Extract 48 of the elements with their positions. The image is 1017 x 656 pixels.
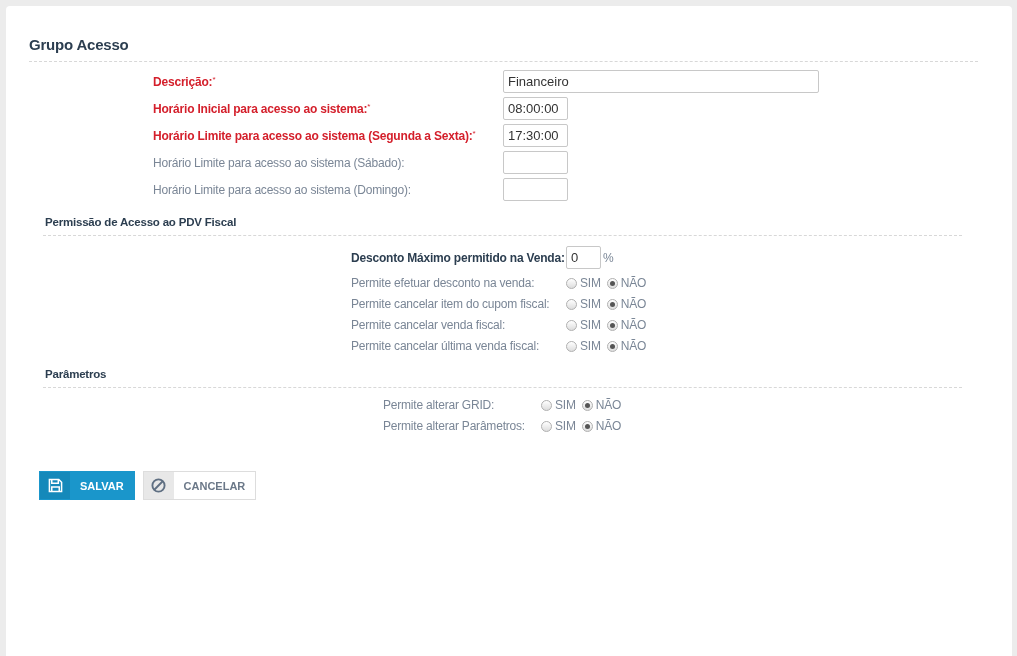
radio-button[interactable] bbox=[566, 277, 577, 289]
radio-label: SIM bbox=[580, 297, 601, 311]
field-label: Permite alterar Parâmetros: bbox=[383, 419, 526, 433]
radio-label: SIM bbox=[580, 276, 601, 290]
field-label: Permite cancelar item do cupom fiscal: bbox=[351, 297, 551, 311]
radio-button[interactable] bbox=[581, 420, 593, 432]
radio-label: NÃO bbox=[595, 398, 622, 412]
radio-button[interactable] bbox=[606, 340, 618, 352]
field-label: Horário Limite para acesso ao sistema (Segunda a Sexta):* bbox=[153, 128, 477, 143]
radio-label: NÃO bbox=[620, 339, 647, 353]
radio-button[interactable] bbox=[541, 399, 552, 411]
field-label: Horário Limite para acesso ao sistema (Domingo): bbox=[153, 182, 412, 197]
section-title: Parâmetros bbox=[45, 368, 108, 382]
radio-label: SIM bbox=[555, 398, 576, 412]
radio-label: NÃO bbox=[620, 297, 647, 311]
radio-button[interactable] bbox=[566, 298, 577, 310]
cancel-button[interactable]: CANCELAR bbox=[142, 471, 257, 500]
radio-button[interactable] bbox=[581, 399, 593, 411]
field-label: Permite cancelar última venda fiscal: bbox=[351, 339, 541, 353]
radio-button[interactable] bbox=[606, 298, 618, 310]
radio-label: NÃO bbox=[595, 419, 622, 433]
page-title: Grupo Acesso bbox=[29, 36, 130, 55]
radio-label: SIM bbox=[580, 318, 601, 332]
radio-label: SIM bbox=[555, 419, 576, 433]
field-label: Permite cancelar venda fiscal: bbox=[351, 318, 507, 332]
input-field[interactable]: 17:30:00 bbox=[503, 124, 568, 147]
percent-unit: % bbox=[603, 250, 614, 265]
input-field[interactable] bbox=[503, 151, 568, 174]
field-label: Descrição:* bbox=[153, 74, 217, 89]
radio-button[interactable] bbox=[541, 420, 552, 432]
input-field[interactable] bbox=[503, 178, 568, 201]
radio-label: SIM bbox=[580, 339, 601, 353]
radio-button[interactable] bbox=[566, 319, 577, 331]
input-field[interactable]: Financeiro bbox=[503, 70, 819, 93]
radio-button[interactable] bbox=[606, 319, 618, 331]
field-label: Horário Inicial para acesso ao sistema:* bbox=[153, 101, 372, 116]
radio-label: NÃO bbox=[620, 276, 647, 290]
field-label: Desconto Máximo permitido na Venda: bbox=[351, 250, 566, 265]
input-field[interactable]: 0 bbox=[566, 246, 601, 269]
field-label: Horário Limite para acesso ao sistema (Sábado): bbox=[153, 155, 406, 170]
prohibited-icon bbox=[151, 478, 167, 493]
section-title: Permissão de Acesso ao PDV Fiscal bbox=[45, 216, 238, 230]
radio-label: NÃO bbox=[620, 318, 647, 332]
radio-button[interactable] bbox=[566, 340, 577, 352]
field-label: Permite efetuar desconto na venda: bbox=[351, 276, 536, 290]
field-label: Permite alterar GRID: bbox=[383, 398, 496, 412]
input-field[interactable]: 08:00:00 bbox=[503, 97, 568, 120]
radio-button[interactable] bbox=[606, 277, 618, 289]
